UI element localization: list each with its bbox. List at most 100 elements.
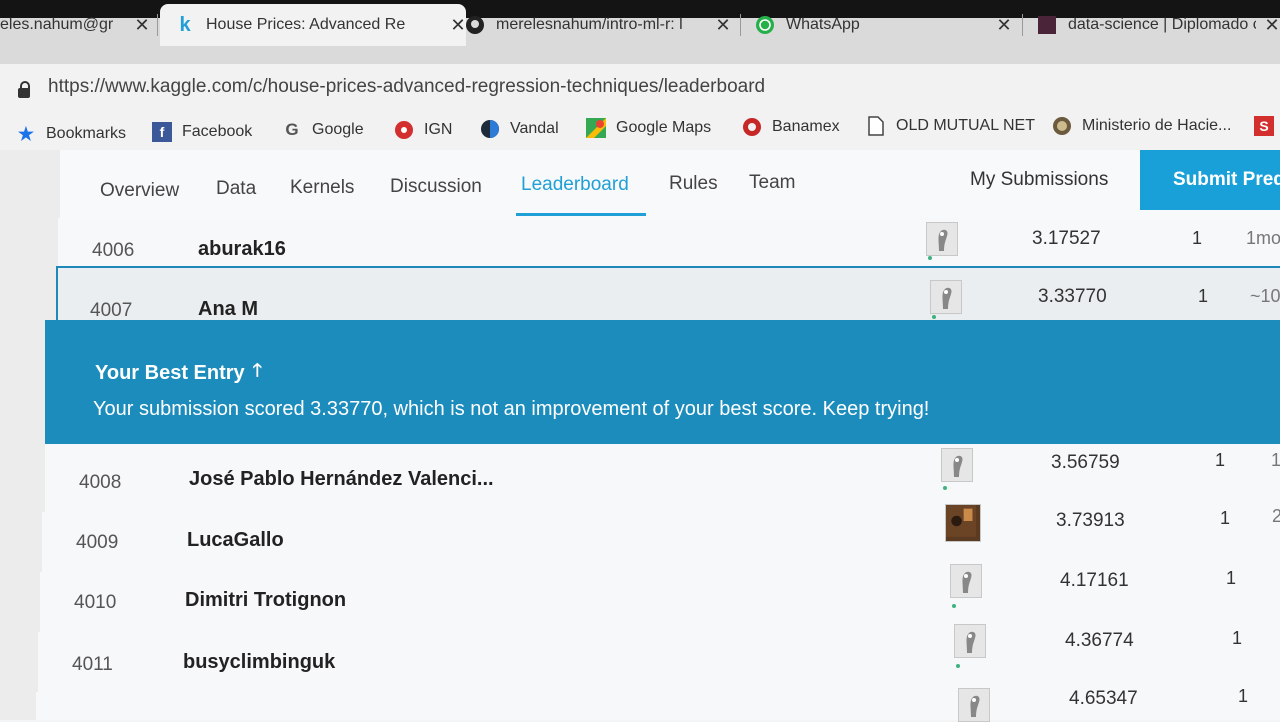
bookmark-facebook[interactable]: f Facebook bbox=[152, 122, 252, 142]
tab-label: WhatsApp bbox=[786, 16, 860, 33]
score: 3.17527 bbox=[1032, 228, 1101, 249]
tab-data-science[interactable]: data-science | Diplomado c ✕ bbox=[1038, 4, 1280, 46]
status-dot bbox=[956, 664, 960, 668]
active-tab-underline bbox=[516, 213, 646, 216]
last-submission: 2 bbox=[1272, 506, 1280, 526]
bookmark-extra[interactable]: S bbox=[1254, 116, 1280, 136]
bookmark-label: IGN bbox=[424, 121, 453, 138]
team-name[interactable]: Dimitri Trotignon bbox=[185, 589, 346, 612]
score: 3.33770 bbox=[1038, 286, 1107, 307]
tab-github[interactable]: merelesnahum/intro-ml-r: l ✕ bbox=[466, 4, 731, 46]
close-icon[interactable]: ✕ bbox=[134, 15, 150, 36]
ministry-icon bbox=[1052, 116, 1072, 136]
team-name[interactable]: José Pablo Hernández Valenci... bbox=[189, 468, 494, 491]
bookmark-label: Google bbox=[312, 121, 364, 138]
tab-separator bbox=[740, 14, 741, 36]
leaderboard-row-current-user[interactable]: 4007 Ana M 3.33770 1 ~10 bbox=[56, 266, 1280, 324]
submit-label: Submit Predictions bbox=[1173, 169, 1280, 190]
status-dot bbox=[932, 315, 936, 319]
leaderboard-row[interactable]: 4006 aburak16 3.17527 1 1mo bbox=[58, 218, 1280, 267]
leaderboard-row[interactable]: 4.65347 1 bbox=[36, 686, 1280, 722]
bookmark-label: Banamex bbox=[772, 118, 840, 135]
close-icon[interactable]: ✕ bbox=[715, 15, 731, 36]
last-submission: 1mo bbox=[1246, 228, 1280, 248]
bookmark-old-mutual[interactable]: OLD MUTUAL NET bbox=[866, 116, 1035, 136]
score: 3.56759 bbox=[1051, 452, 1120, 473]
rank: 4010 bbox=[74, 592, 117, 613]
entries-count: 1 bbox=[1232, 628, 1243, 648]
banamex-icon bbox=[742, 117, 762, 137]
rank: 4008 bbox=[79, 472, 122, 493]
tab-team[interactable]: Team bbox=[749, 172, 795, 194]
bookmark-label: Ministerio de Hacie... bbox=[1082, 117, 1232, 134]
tab-leaderboard[interactable]: Leaderboard bbox=[521, 174, 629, 196]
rank: 4009 bbox=[76, 532, 119, 553]
entries-count: 1 bbox=[1198, 286, 1209, 306]
bookmark-label: OLD MUTUAL NET bbox=[896, 117, 1035, 134]
lock-icon bbox=[18, 81, 30, 98]
tab-data[interactable]: Data bbox=[216, 178, 256, 200]
maps-icon bbox=[586, 118, 606, 138]
default-avatar-icon[interactable] bbox=[958, 688, 990, 722]
default-avatar-icon[interactable] bbox=[954, 624, 986, 658]
tab-separator bbox=[157, 14, 158, 36]
tab-kaggle[interactable]: k House Prices: Advanced Re ✕ bbox=[160, 4, 466, 46]
score: 4.65347 bbox=[1069, 688, 1138, 709]
close-icon[interactable]: ✕ bbox=[1264, 15, 1280, 36]
rank: 4007 bbox=[90, 300, 133, 321]
leaderboard-row[interactable]: 4011 busyclimbinguk 4.36774 1 bbox=[38, 624, 1280, 693]
bookmark-red-icon: S bbox=[1254, 116, 1274, 136]
status-dot bbox=[928, 256, 932, 260]
ign-icon bbox=[394, 120, 414, 140]
tab-overview[interactable]: Overview bbox=[100, 180, 179, 202]
whatsapp-icon bbox=[756, 16, 774, 34]
bookmark-label: Bookmarks bbox=[46, 125, 127, 142]
tab-gmail[interactable]: eles.nahum@gr ✕ bbox=[0, 4, 150, 46]
bookmark-ministerio[interactable]: Ministerio de Hacie... bbox=[1052, 116, 1231, 136]
tab-whatsapp[interactable]: WhatsApp ✕ bbox=[756, 4, 1012, 46]
leaderboard-row[interactable]: 4008 José Pablo Hernández Valenci... 3.5… bbox=[45, 444, 1280, 513]
close-icon[interactable]: ✕ bbox=[450, 15, 466, 36]
arrow-up-icon: 🡑 bbox=[252, 360, 263, 380]
user-photo-avatar[interactable] bbox=[945, 504, 981, 542]
close-icon[interactable]: ✕ bbox=[996, 15, 1012, 36]
tab-label: House Prices: Advanced Re bbox=[206, 16, 406, 33]
my-submissions-link[interactable]: My Submissions bbox=[970, 169, 1108, 191]
bookmark-banamex[interactable]: Banamex bbox=[742, 117, 840, 137]
last-submission: 1 bbox=[1271, 450, 1280, 470]
tab-discussion[interactable]: Discussion bbox=[390, 176, 482, 198]
status-dot bbox=[943, 486, 947, 490]
tab-label: merelesnahum/intro-ml-r: l bbox=[496, 16, 683, 33]
page-icon bbox=[866, 116, 886, 136]
tab-rules[interactable]: Rules bbox=[669, 173, 718, 195]
default-avatar-icon[interactable] bbox=[926, 222, 958, 256]
tab-kernels[interactable]: Kernels bbox=[290, 177, 354, 199]
leaderboard-row[interactable]: 4009 LucaGallo 3.73913 1 2 bbox=[42, 504, 1280, 573]
team-name[interactable]: busyclimbinguk bbox=[183, 651, 335, 674]
default-avatar-icon[interactable] bbox=[941, 448, 973, 482]
bookmark-label: Vandal bbox=[510, 120, 559, 137]
entries-count: 1 bbox=[1192, 228, 1203, 248]
last-submission: ~10 bbox=[1250, 286, 1280, 306]
default-avatar-icon[interactable] bbox=[930, 280, 962, 314]
bookmark-vandal[interactable]: Vandal bbox=[480, 119, 559, 139]
entries-count: 1 bbox=[1215, 450, 1226, 470]
submit-predictions-button[interactable]: Submit Predictions bbox=[1140, 150, 1280, 210]
best-entry-title: Your Best Entry 🡑 bbox=[95, 358, 262, 388]
vandal-icon bbox=[480, 119, 500, 139]
url-text[interactable]: https://www.kaggle.com/c/house-prices-ad… bbox=[48, 76, 765, 98]
leaderboard-row[interactable]: 4010 Dimitri Trotignon 4.17161 1 bbox=[40, 564, 1280, 633]
tab-separator bbox=[1022, 14, 1023, 36]
star-icon: ★ bbox=[17, 123, 35, 144]
default-avatar-icon[interactable] bbox=[950, 564, 982, 598]
github-icon bbox=[466, 16, 484, 34]
best-entry-message: Your submission scored 3.33770, which is… bbox=[93, 398, 930, 420]
team-name[interactable]: Ana M bbox=[198, 298, 258, 321]
team-name[interactable]: LucaGallo bbox=[187, 529, 284, 552]
team-name[interactable]: aburak16 bbox=[198, 238, 286, 261]
bookmark-google-maps[interactable]: Google Maps bbox=[586, 118, 711, 138]
status-dot bbox=[952, 604, 956, 608]
bookmark-google[interactable]: G Google bbox=[282, 120, 364, 140]
bookmark-bookmarks[interactable]: ★ Bookmarks bbox=[16, 124, 126, 144]
bookmark-ign[interactable]: IGN bbox=[394, 120, 452, 140]
